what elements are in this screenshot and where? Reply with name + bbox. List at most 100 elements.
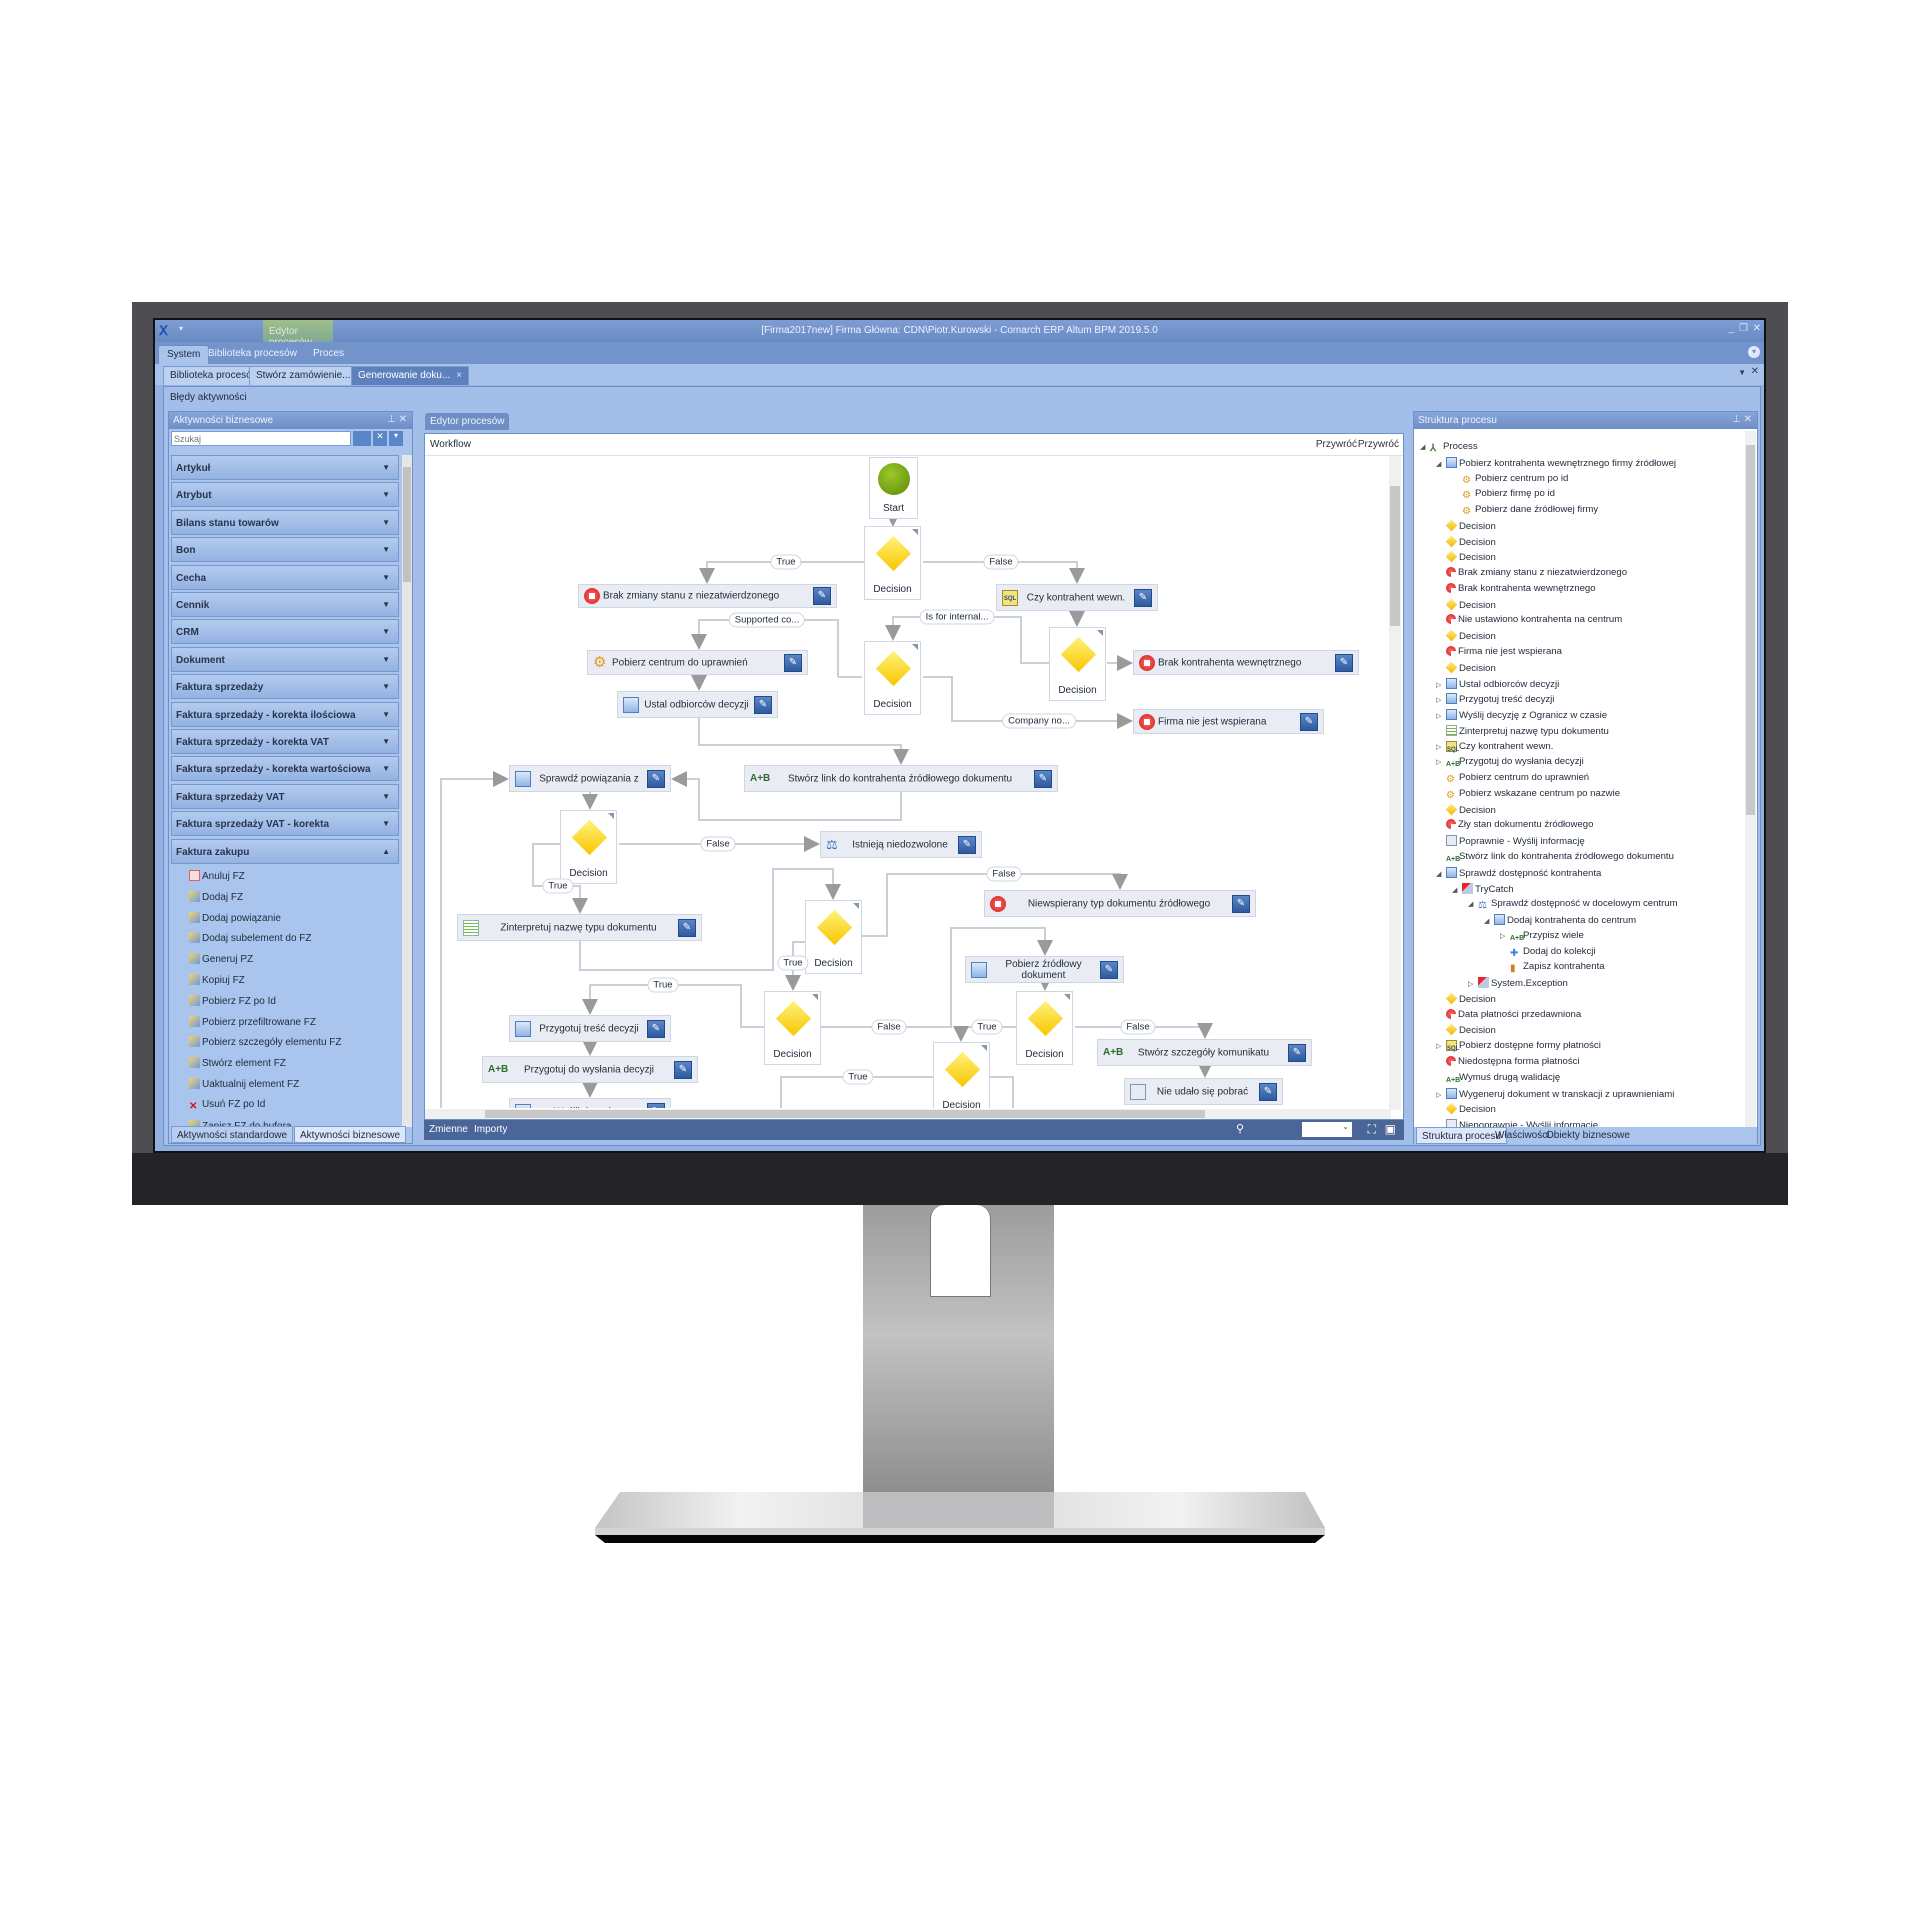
tree-item[interactable]: Decision [1436,518,1496,534]
decision-node[interactable]: Decision [864,641,921,715]
tree-item[interactable]: ⚙ Pobierz wskazane centrum po nazwie [1436,786,1620,802]
tree-item[interactable]: ▷ A+BPrzypisz wiele [1500,928,1584,944]
edge-label[interactable]: True [777,955,809,971]
category-11[interactable]: Faktura sprzedaży - korekta wartościowa ▼ [171,756,399,782]
tree-item[interactable]: Decision [1436,549,1496,565]
decision-node[interactable]: Decision [864,526,921,600]
category-7[interactable]: Dokument ▼ [171,646,399,672]
tab-aktywnosci-standardowe[interactable]: Aktywności standardowe [171,1126,294,1143]
tree-item[interactable]: Decision [1436,597,1496,613]
edge-label[interactable]: False [1120,1019,1156,1035]
tree-item[interactable]: ◢ TryCatch [1452,881,1514,897]
ribbon-tab-proces[interactable]: Proces [305,345,352,364]
decision-node[interactable]: Decision [764,991,821,1065]
collapsed-arrow-icon[interactable]: ▷ [1468,980,1478,988]
collapsed-arrow-icon[interactable]: ▷ [1436,1042,1446,1050]
tree-item[interactable]: Zinterpretuj nazwę typu dokumentu [1436,723,1609,739]
chevron-down-icon[interactable]: ▼ [382,792,390,801]
corner-handle-icon[interactable] [912,644,918,650]
tree-item[interactable]: A+BWymuś drugą walidację [1436,1070,1560,1086]
collapsed-arrow-icon[interactable]: ▷ [1500,932,1510,940]
corner-handle-icon[interactable] [981,1045,987,1051]
edge-label[interactable]: True [647,977,679,993]
ribbon-tab-biblioteka[interactable]: Biblioteka procesów [200,345,305,364]
tree-item[interactable]: Niepoprawnie - Wyślij informację [1436,1117,1598,1127]
tab-obiekty-biznesowe[interactable]: Obiekty biznesowe [1541,1127,1635,1144]
help-expand-icon[interactable]: ▾ [1748,346,1760,358]
zoom-search-icon[interactable]: ⚲ [1236,1122,1244,1135]
edge-label[interactable]: False [986,866,1022,882]
edge-label[interactable]: Supported co... [728,612,806,628]
edge-label[interactable]: False [871,1019,907,1035]
edit-button[interactable]: ✎ [1232,894,1250,913]
chevron-down-icon[interactable]: ▼ [382,710,390,719]
category-6[interactable]: CRM ▼ [171,619,399,645]
restore-link-2[interactable]: Przywróć [1358,439,1399,450]
category-0[interactable]: Artykuł ▼ [171,455,399,480]
edit-button[interactable]: ✎ [1300,712,1318,731]
activity-node[interactable]: Wyślij decyzję z ✎ [509,1098,671,1108]
activity-node[interactable]: Zinterpretuj nazwę typu dokumentu ✎ [457,914,702,941]
activity-node[interactable]: Ustal odbiorców decyzji ✎ [617,691,778,718]
tree-item[interactable]: ◢ Sprawdź dostępność kontrahenta [1436,865,1601,881]
search-icon[interactable] [353,431,371,446]
tree-item[interactable]: A+BStwórz link do kontrahenta źródłowego… [1436,849,1674,865]
tree-item[interactable]: Decision [1436,1022,1496,1038]
edge-label[interactable]: True [542,878,574,894]
tree-item[interactable]: ◢ Pobierz kontrahenta wewnętrznego firmy … [1436,455,1676,471]
close-document-icon[interactable]: ✕ [1751,366,1759,377]
activity-item[interactable]: Uaktualnij element FZ [189,1074,299,1094]
expanded-arrow-icon[interactable]: ◢ [1452,886,1462,894]
edit-button[interactable]: ✎ [678,918,696,937]
collapsed-arrow-icon[interactable]: ▷ [1436,712,1446,720]
tree-item[interactable]: Nie ustawiono kontrahenta na centrum [1436,612,1622,628]
restore-button[interactable]: ❐ [1739,323,1748,334]
activity-item[interactable]: Dodaj subelement do FZ [189,928,312,948]
close-tab-icon[interactable]: × [456,370,462,381]
corner-handle-icon[interactable] [812,994,818,1000]
collapsed-arrow-icon[interactable]: ▷ [1436,681,1446,689]
tree-item[interactable]: ⚙ Pobierz centrum po id [1452,471,1568,487]
minimize-button[interactable]: _ [1728,323,1734,334]
activity-item[interactable]: Pobierz FZ po Id [189,991,276,1011]
tree-item[interactable]: Decision [1436,802,1496,818]
chevron-up-icon[interactable]: ▲ [382,847,390,856]
decision-node[interactable]: Decision [805,900,862,974]
tree-item[interactable]: Decision [1436,628,1496,644]
tree-vertical-scrollbar[interactable] [1745,431,1756,1127]
chevron-down-icon[interactable]: ▼ [382,463,390,472]
tree-item[interactable]: Niedostępna forma płatności [1436,1054,1580,1070]
activity-item[interactable]: Pobierz szczegóły elementu FZ [189,1032,342,1052]
activity-node[interactable]: SQL Czy kontrahent wewn. ✎ [996,584,1158,611]
activity-node[interactable]: Brak kontrahenta wewnętrznego ✎ [1133,650,1359,675]
category-12[interactable]: Faktura sprzedaży VAT ▼ [171,783,399,809]
chevron-down-icon[interactable]: ▼ [382,600,390,609]
activity-item[interactable]: Pobierz przefiltrowane FZ [189,1012,316,1032]
tree-item[interactable]: ▷ Wyślij decyzję z Ogranicz w czasie [1436,707,1607,723]
tree-item[interactable]: ▷ SQLCzy kontrahent wewn. [1436,739,1553,755]
edge-label[interactable]: True [971,1019,1003,1035]
edge-label[interactable]: False [983,554,1019,570]
category-8[interactable]: Faktura sprzedaży ▼ [171,674,399,700]
activity-node[interactable]: Sprawdź powiązania z ✎ [509,765,671,792]
fit-to-screen-icon[interactable]: ⛶ [1368,1122,1376,1137]
activity-item[interactable]: Generuj PZ [189,949,253,969]
tabs-dropdown-icon[interactable]: ▼ [1738,368,1746,377]
decision-node[interactable]: Decision [1016,991,1073,1065]
tree-item[interactable]: Data płatności przedawniona [1436,1007,1581,1023]
tree-item[interactable]: Firma nie jest wspierana [1436,644,1562,660]
collapsed-arrow-icon[interactable]: ▷ [1436,758,1446,766]
edit-button[interactable]: ✎ [1335,653,1353,672]
edit-button[interactable]: ✎ [1100,960,1118,979]
edit-button[interactable]: ✎ [784,653,802,672]
activity-node[interactable]: Przygotuj treść decyzji ✎ [509,1015,671,1042]
close-button[interactable]: ✕ [1753,323,1761,334]
tree-item[interactable]: ▮ Zapisz kontrahenta [1500,959,1605,975]
decision-node[interactable]: Decision [1049,627,1106,701]
tree-item[interactable]: Poprawnie - Wyślij informację [1436,833,1585,849]
tab-edytor-procesow[interactable]: Edytor procesów [425,413,510,430]
edit-button[interactable]: ✎ [647,1102,665,1108]
tree-item[interactable]: ◢ Dodaj kontrahenta do centrum [1484,912,1636,928]
edit-button[interactable]: ✎ [1034,769,1052,788]
category-5[interactable]: Cennik ▼ [171,592,399,617]
